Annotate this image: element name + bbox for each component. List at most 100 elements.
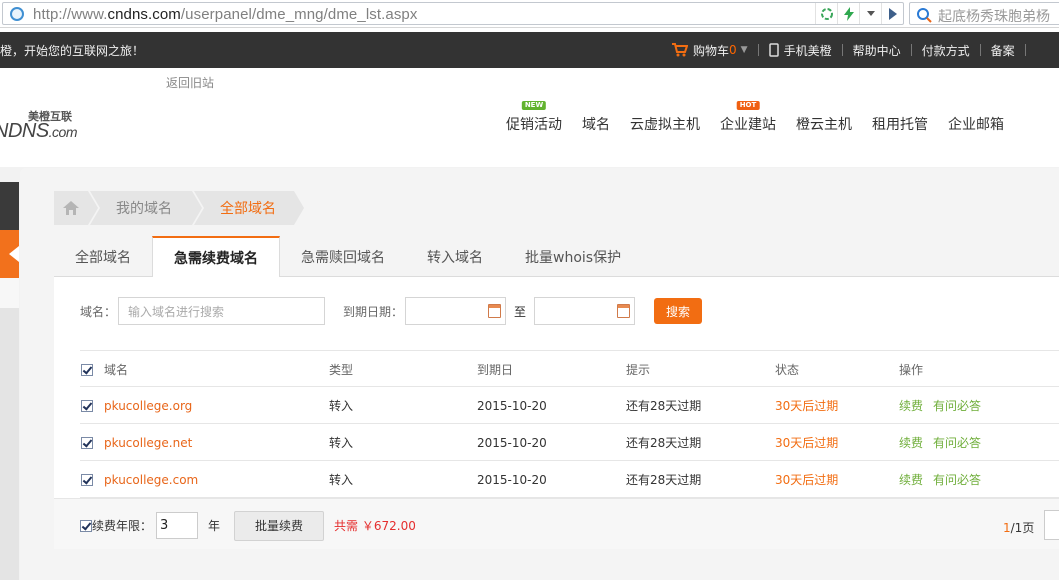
row-actions: 续费 有问必答 <box>899 424 991 461</box>
domain-link[interactable]: pkucollege.org <box>104 387 192 424</box>
renew-link[interactable]: 续费 <box>899 397 923 414</box>
phone-icon <box>768 43 779 57</box>
nav-label: 域名 <box>582 117 610 133</box>
header-expire: 到期日 <box>477 363 514 377</box>
breadcrumb: 我的域名 全部域名 <box>54 191 306 225</box>
payment-link[interactable]: 付款方式 <box>922 42 970 59</box>
nav-item-hosting[interactable]: 租用托管 <box>862 114 938 134</box>
status-badge: 30天后过期 <box>775 473 839 487</box>
tab-renew-needed[interactable]: 急需续费域名 <box>152 236 280 277</box>
domain-type: 转入 <box>329 436 354 450</box>
top-links: 购物车 0 ▼ 手机美橙 帮助中心 付款方式 备案 <box>672 32 1036 68</box>
arrow-left-icon <box>9 246 19 262</box>
page-jump-input[interactable] <box>1044 510 1059 540</box>
beian-link[interactable]: 备案 <box>991 42 1015 59</box>
years-unit: 年 <box>208 519 221 533</box>
row-checkbox[interactable] <box>81 387 93 424</box>
nav-item-promo[interactable]: NEW 促销活动 <box>496 101 572 134</box>
row-checkbox[interactable] <box>81 461 93 498</box>
row-checkbox[interactable] <box>81 424 93 461</box>
main-nav: NEW 促销活动 域名 云虚拟主机 HOT 企业建站 橙云主机 租用托管 企业邮箱 <box>496 101 1014 134</box>
home-icon <box>63 201 79 215</box>
nav-item-cloud-server[interactable]: 橙云主机 <box>786 114 862 134</box>
header-domain: 域名 <box>104 363 129 377</box>
header-tip: 提示 <box>626 363 651 377</box>
tab-transfer-in[interactable]: 转入域名 <box>406 237 504 277</box>
status-badge: 30天后过期 <box>775 399 839 413</box>
go-arrow-icon[interactable] <box>881 3 903 24</box>
nav-item-domain[interactable]: 域名 <box>572 114 620 134</box>
nav-label: 企业建站 <box>720 117 776 133</box>
top-bar: 橙，开始您的互联网之旅！ 购物车 0 ▼ 手机美橙 帮助中心 付款方式 备案 <box>0 32 1059 68</box>
batch-controls: 续费年限： 3 年 批量续费 共需 ￥672.00 <box>80 510 416 541</box>
faq-link[interactable]: 有问必答 <box>933 397 981 414</box>
tab-redeem-needed[interactable]: 急需赎回域名 <box>280 237 406 277</box>
years-label: 续费年限： <box>92 519 153 533</box>
calendar-icon[interactable] <box>617 304 631 318</box>
faq-link[interactable]: 有问必答 <box>933 471 981 488</box>
divider <box>841 44 843 56</box>
tab-all-domains[interactable]: 全部域名 <box>54 237 152 277</box>
batch-renew-button[interactable]: 批量续费 <box>234 510 325 541</box>
nav-item-email[interactable]: 企业邮箱 <box>938 114 1014 134</box>
expire-end-input[interactable] <box>534 297 636 325</box>
address-bar[interactable]: http://www.cndns.com/userpanel/dme_mng/d… <box>2 2 904 25</box>
years-checkbox[interactable] <box>80 519 92 532</box>
help-link[interactable]: 帮助中心 <box>853 42 901 59</box>
divider <box>979 44 981 56</box>
lightning-icon[interactable] <box>837 3 859 24</box>
chevron-down-icon[interactable] <box>859 3 881 24</box>
expire-tip: 还有28天过期 <box>626 399 702 413</box>
search-button[interactable]: 搜索 <box>654 298 703 324</box>
cart-icon <box>672 43 688 57</box>
back-old-site-link[interactable]: 返回旧站 <box>166 74 214 91</box>
breadcrumb-current: 全部域名 <box>194 191 306 225</box>
page-current: 1 <box>1003 521 1011 535</box>
mobile-label: 手机美橙 <box>783 43 832 58</box>
domain-link[interactable]: pkucollege.com <box>104 461 198 498</box>
nav-label: 租用托管 <box>872 117 928 133</box>
select-all-checkbox[interactable] <box>81 351 93 388</box>
new-badge: NEW <box>521 101 547 110</box>
batch-footer: 续费年限： 3 年 批量续费 共需 ￥672.00 1/1页 <box>54 498 1059 549</box>
logo[interactable]: 美橙互联 NDNS.com <box>0 108 110 142</box>
domain-link[interactable]: pkucollege.net <box>104 424 192 461</box>
mobile-link[interactable]: 手机美橙 <box>768 42 832 59</box>
checkbox-checked <box>81 473 93 486</box>
pager-text: 1/1页 <box>1003 519 1034 536</box>
cart-link[interactable]: 购物车 0 ▼ <box>672 42 748 59</box>
calendar-icon[interactable] <box>488 304 502 318</box>
url-host: cndns.com <box>107 6 181 23</box>
browser-toolbar: http://www.cndns.com/userpanel/dme_mng/d… <box>0 0 1059 28</box>
expire-start-input[interactable] <box>405 297 507 325</box>
search-icon <box>917 8 932 23</box>
tab-bar: 全部域名 急需续费域名 急需赎回域名 转入域名 批量whois保护 <box>54 236 1059 277</box>
table-row: pkucollege.org 转入 2015-10-20 还有28天过期 30天… <box>80 387 1059 424</box>
browser-search-box[interactable]: 起底杨秀珠胞弟杨 <box>909 2 1059 25</box>
expire-date: 2015-10-20 <box>477 398 547 413</box>
tab-whois-protect[interactable]: 批量whois保护 <box>504 237 642 277</box>
domain-search-input[interactable]: 输入域名进行搜索 <box>118 297 326 325</box>
header-type: 类型 <box>329 363 354 377</box>
renew-link[interactable]: 续费 <box>899 471 923 488</box>
renew-link[interactable]: 续费 <box>899 434 923 451</box>
breadcrumb-home[interactable] <box>54 191 100 225</box>
expire-tip: 还有28天过期 <box>626 436 702 450</box>
total-price: 共需 ￥672.00 <box>334 517 416 534</box>
expire-date-label: 到期日期： <box>343 304 404 319</box>
divider <box>757 44 759 56</box>
years-input[interactable]: 3 <box>156 512 199 539</box>
divider <box>910 44 912 56</box>
nav-item-cloud-hosting[interactable]: 云虚拟主机 <box>620 114 710 134</box>
side-menu-item[interactable] <box>0 182 19 230</box>
row-actions: 续费 有问必答 <box>899 387 991 424</box>
side-menu-item[interactable] <box>0 278 19 308</box>
faq-link[interactable]: 有问必答 <box>933 434 981 451</box>
url-text[interactable]: http://www.cndns.com/userpanel/dme_mng/d… <box>33 6 417 23</box>
nav-item-site-builder[interactable]: HOT 企业建站 <box>710 101 786 134</box>
table-row: pkucollege.net 转入 2015-10-20 还有28天过期 30天… <box>80 424 1059 461</box>
nav-label: 企业邮箱 <box>948 117 1004 133</box>
breadcrumb-my-domains[interactable]: 我的域名 <box>90 191 204 225</box>
chevron-down-icon: ▼ <box>740 45 748 55</box>
refresh-icon[interactable] <box>815 3 837 24</box>
